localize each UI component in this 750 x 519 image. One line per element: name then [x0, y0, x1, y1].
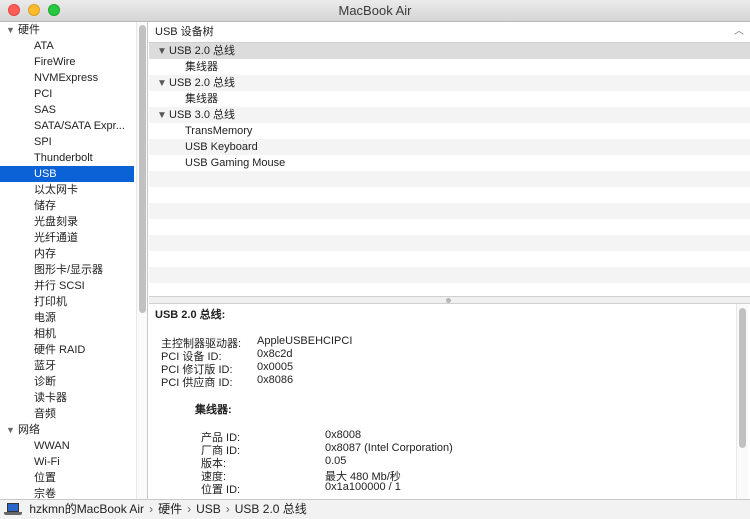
sidebar-item[interactable]: USB	[0, 166, 134, 182]
triangle-down-icon[interactable]: ▼	[157, 76, 169, 92]
tree-row-device[interactable]: 集线器	[149, 91, 750, 107]
chevron-right-icon: ›	[187, 502, 192, 516]
window-title: MacBook Air	[338, 3, 412, 18]
sidebar-item[interactable]: Thunderbolt	[0, 150, 134, 166]
detail-scroll-thumb[interactable]	[739, 308, 746, 448]
tree-empty-row	[149, 171, 750, 187]
sidebar-item[interactable]: 音频	[0, 406, 134, 422]
detail-scrollbar[interactable]	[736, 304, 748, 499]
pane-splitter[interactable]	[149, 296, 750, 304]
hub-field-value: 0x1a100000 / 1	[325, 481, 401, 493]
sidebar-item[interactable]: 打印机	[0, 294, 134, 310]
tree-row-label: USB 2.0 总线	[169, 77, 236, 89]
triangle-down-icon[interactable]: ▼	[157, 108, 169, 124]
sidebar-item[interactable]: 电源	[0, 310, 134, 326]
sidebar-item[interactable]: 光纤通道	[0, 230, 134, 246]
sidebar-item[interactable]: SPI	[0, 134, 134, 150]
sidebar-item[interactable]: ATA	[0, 38, 134, 54]
sidebar-item[interactable]: 储存	[0, 198, 134, 214]
sidebar-item[interactable]: SATA/SATA Expr...	[0, 118, 134, 134]
sidebar-group-hardware[interactable]: ▼ 硬件	[0, 22, 134, 38]
sidebar-item[interactable]: PCI	[0, 86, 134, 102]
usb-tree-header[interactable]: USB 设备树 ︿	[149, 22, 750, 43]
sidebar-item[interactable]: NVMExpress	[0, 70, 134, 86]
tree-empty-row	[149, 267, 750, 283]
detail-title: USB 2.0 总线:	[155, 309, 226, 321]
tree-row-bus[interactable]: ▼ USB 2.0 总线	[149, 75, 750, 91]
hub-section-title: 集线器:	[195, 404, 232, 416]
bus-field-label: PCI 供应商 ID:	[161, 377, 233, 389]
hub-field-label: 位置 ID:	[201, 484, 241, 496]
tree-row-label: TransMemory	[185, 125, 253, 137]
chevron-right-icon: ›	[149, 502, 154, 516]
sidebar-item[interactable]: 宗卷	[0, 486, 134, 499]
tree-row-label: USB Keyboard	[185, 141, 258, 153]
sidebar-item[interactable]: 读卡器	[0, 390, 134, 406]
tree-row-device[interactable]: TransMemory	[149, 123, 750, 139]
sidebar-item[interactable]: 诊断	[0, 374, 134, 390]
tree-row-label: USB 3.0 总线	[169, 109, 236, 121]
sidebar-item[interactable]: 并行 SCSI	[0, 278, 134, 294]
detail-pane: USB 2.0 总线: 集线器: 主控制器驱动器: AppleUSBEHCIPCI…	[149, 304, 750, 499]
hub-field-value: 0x8087 (Intel Corporation)	[325, 442, 453, 454]
sidebar-item[interactable]: FireWire	[0, 54, 134, 70]
sidebar: ▼ 硬件 ATA FireWire NVMExpress PCI SAS SATA/SATA …	[0, 22, 148, 499]
breadcrumb-item[interactable]: 硬件	[158, 502, 182, 516]
tree-empty-row	[149, 283, 750, 296]
tree-row-label: 集线器	[185, 61, 218, 73]
sidebar-item[interactable]: 内存	[0, 246, 134, 262]
sidebar-item[interactable]: 位置	[0, 470, 134, 486]
breadcrumb: hzkmn的MacBook Air › 硬件 › USB › USB 2.0 总线	[0, 499, 750, 519]
tree-empty-row	[149, 203, 750, 219]
tree-row-label: USB 2.0 总线	[169, 45, 236, 57]
triangle-down-icon[interactable]: ▼	[6, 422, 18, 438]
sidebar-item[interactable]: Wi-Fi	[0, 454, 134, 470]
tree-row-label: USB Gaming Mouse	[185, 157, 286, 169]
tree-empty-row	[149, 187, 750, 203]
sidebar-item[interactable]: 蓝牙	[0, 358, 134, 374]
sidebar-group-network[interactable]: ▼ 网络	[0, 422, 134, 438]
usb-device-tree: ▼ USB 2.0 总线 集线器 ▼ USB 2.0 总线 集线器 ▼ USB 3.0 总线 T…	[149, 43, 750, 296]
sidebar-scrollbar[interactable]	[136, 22, 147, 499]
hub-field-value: 0x8008	[325, 429, 362, 441]
tree-row-device[interactable]: USB Gaming Mouse	[149, 155, 750, 171]
hub-field-value: 0.05	[325, 455, 347, 467]
bus-field-value: 0x8c2d	[257, 348, 293, 360]
breadcrumb-item[interactable]: USB	[196, 502, 221, 516]
triangle-down-icon[interactable]: ▼	[6, 22, 18, 38]
tree-row-label: 集线器	[185, 93, 218, 105]
sidebar-scroll-thumb[interactable]	[139, 25, 146, 313]
bus-field-value: AppleUSBEHCIPCI	[257, 335, 353, 347]
sidebar-item[interactable]: 图形卡/显示器	[0, 262, 134, 278]
tree-row-bus[interactable]: ▼ USB 2.0 总线	[149, 43, 750, 59]
chevron-up-icon: ︿	[734, 26, 744, 37]
tree-row-device[interactable]: USB Keyboard	[149, 139, 750, 155]
title-bar: MacBook Air	[0, 0, 750, 22]
tree-empty-row	[149, 251, 750, 267]
tree-empty-row	[149, 235, 750, 251]
sidebar-item[interactable]: 光盘刻录	[0, 214, 134, 230]
bus-field-value: 0x8086	[257, 374, 294, 386]
triangle-down-icon[interactable]: ▼	[157, 44, 169, 60]
sidebar-group-label: 网络	[18, 424, 40, 436]
usb-tree-header-label: USB 设备树	[155, 26, 214, 38]
sidebar-item[interactable]: 硬件 RAID	[0, 342, 134, 358]
tree-row-device[interactable]: 集线器	[149, 59, 750, 75]
sidebar-group-label: 硬件	[18, 24, 40, 36]
tree-row-bus[interactable]: ▼ USB 3.0 总线	[149, 107, 750, 123]
sidebar-item[interactable]: WWAN	[0, 438, 134, 454]
splitter-grip-icon	[446, 298, 451, 303]
sidebar-item[interactable]: 相机	[0, 326, 134, 342]
tree-empty-row	[149, 219, 750, 235]
laptop-icon	[4, 502, 22, 516]
breadcrumb-item[interactable]: hzkmn的MacBook Air	[29, 502, 144, 516]
sidebar-item[interactable]: 以太网卡	[0, 182, 134, 198]
bus-field-value: 0x0005	[257, 361, 294, 373]
chevron-right-icon: ›	[225, 502, 230, 516]
breadcrumb-item[interactable]: USB 2.0 总线	[235, 502, 307, 516]
sidebar-item[interactable]: SAS	[0, 102, 134, 118]
